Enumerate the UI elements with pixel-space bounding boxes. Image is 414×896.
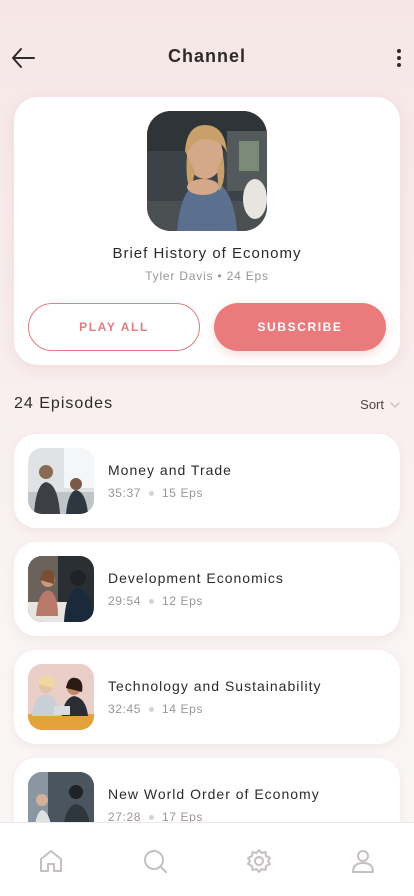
play-all-button[interactable]: PLAY ALL [28,303,200,351]
episode-thumbnail [28,448,94,514]
channel-author: Tyler Davis [145,269,214,283]
episode-title: Money and Trade [108,462,232,478]
episode-title: Technology and Sustainability [108,678,322,694]
subscribe-button[interactable]: SUBSCRIBE [214,303,386,351]
separator-dot [149,598,155,604]
channel-card: Brief History of Economy Tyler Davis • 2… [14,97,400,365]
home-icon [40,850,62,872]
episode-count: 12 Eps [162,594,203,608]
episode-meta: 35:37 15 Eps [108,486,203,500]
settings-icon [247,849,271,873]
more-vertical-icon [397,49,401,53]
more-vertical-icon-dot [397,56,401,60]
tab-search[interactable] [141,847,169,875]
tab-settings[interactable] [245,847,273,875]
chevron-down-icon [390,401,400,408]
separator-dot: • [217,269,227,283]
profile-icon [352,850,374,873]
tab-home[interactable] [37,847,65,875]
episode-meta: 29:54 12 Eps [108,594,203,608]
separator-dot [149,814,155,820]
episode-count: 14 Eps [162,702,203,716]
episode-duration: 29:54 [108,594,142,608]
episode-duration: 35:37 [108,486,142,500]
channel-title: Brief History of Economy [112,245,302,262]
page-title: Channel [167,46,246,66]
channel-subtitle: Tyler Davis • 24 Eps [14,269,400,283]
search-icon [144,850,167,873]
episode-item[interactable]: Development Economics 29:54 12 Eps [14,542,400,636]
separator-dot [149,706,155,712]
sort-button[interactable]: Sort [360,397,400,412]
episode-title: Development Economics [108,570,284,586]
episode-thumbnail [28,556,94,622]
more-options-button[interactable] [394,46,404,70]
episodes-heading: 24 Episodes [14,395,114,412]
episode-count: 15 Eps [162,486,203,500]
episode-duration: 32:45 [108,702,142,716]
episode-item[interactable]: Money and Trade 35:37 15 Eps [14,434,400,528]
episode-thumbnail [28,664,94,730]
channel-cover-image [147,111,267,231]
channel-episode-count: 24 Eps [226,269,269,283]
more-vertical-icon-dot [397,63,401,67]
episode-item[interactable]: Technology and Sustainability 32:45 14 E… [14,650,400,744]
tab-profile[interactable] [349,847,377,875]
sort-label: Sort [360,397,384,412]
episode-meta: 32:45 14 Eps [108,702,203,716]
episode-title: New World Order of Economy [108,786,320,802]
bottom-tab-bar [0,822,414,896]
separator-dot [149,490,155,496]
